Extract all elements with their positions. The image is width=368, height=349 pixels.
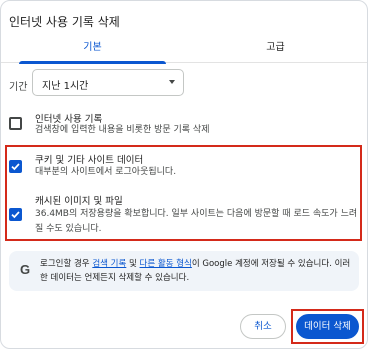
time-range-select[interactable]: 지난 1시간	[32, 69, 184, 96]
option-description: 검색창에 입력한 내용을 비롯한 방문 기록 삭제	[35, 125, 210, 135]
cancel-button[interactable]: 취소	[240, 314, 286, 339]
dropdown-arrow-icon	[169, 80, 175, 84]
checkbox-browsing-history[interactable]	[9, 117, 22, 130]
tab-advanced-label: 고급	[266, 42, 285, 53]
info-text-prefix: 로그인할 경우	[40, 259, 93, 269]
time-range-value: 지난 1시간	[42, 81, 89, 92]
info-text: 로그인할 경우 검색 기록 및 다른 활동 형식이 Google 계정에 저장될…	[40, 257, 356, 285]
info-text-mid: 및	[126, 259, 140, 269]
highlight-box-delete-button	[291, 309, 364, 344]
google-g-icon: G	[19, 262, 31, 277]
tab-basic-label: 기본	[83, 42, 102, 53]
tab-basic[interactable]: 기본	[1, 35, 184, 64]
tab-bar: 기본 고급	[1, 35, 367, 64]
google-account-info-box: G 로그인할 경우 검색 기록 및 다른 활동 형식이 Google 계정에 저…	[9, 251, 359, 291]
time-range-label: 기간	[9, 82, 28, 93]
clear-browsing-data-dialog: 인터넷 사용 기록 삭제 기본 고급 기간 지난 1시간 인터넷 사용 기록 검…	[0, 0, 368, 349]
active-tab-indicator	[19, 61, 166, 64]
dialog-title: 인터넷 사용 기록 삭제	[9, 15, 120, 29]
option-browsing-history: 인터넷 사용 기록 검색창에 입력한 내용을 비롯한 방문 기록 삭제	[6, 109, 361, 139]
other-activity-link[interactable]: 다른 활동 형식	[140, 259, 192, 269]
tab-advanced[interactable]: 고급	[184, 35, 367, 63]
search-history-link[interactable]: 검색 기록	[92, 259, 126, 269]
highlight-box-checked-options	[5, 145, 362, 241]
